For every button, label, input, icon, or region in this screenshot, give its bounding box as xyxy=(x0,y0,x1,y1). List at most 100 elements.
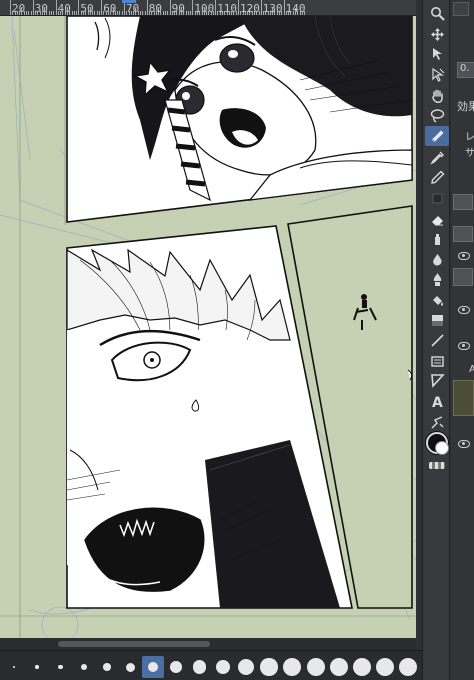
brush-size-preset[interactable] xyxy=(374,656,396,678)
selection-tool[interactable] xyxy=(425,105,449,125)
ruler-minor-tick xyxy=(51,11,53,15)
brush-size-dot xyxy=(399,658,418,676)
brush-size-preset[interactable] xyxy=(305,656,327,678)
eyedropper-icon xyxy=(429,151,444,165)
ruler-label: 140 xyxy=(285,2,306,15)
brush-size-preset[interactable] xyxy=(119,656,141,678)
brush-size-preset[interactable] xyxy=(212,656,234,678)
brush-size-dot xyxy=(193,660,207,674)
zoom-tool[interactable] xyxy=(425,3,449,23)
brush-size-dot xyxy=(57,664,63,670)
layer-visibility-eye-icon[interactable] xyxy=(458,252,470,260)
move-icon xyxy=(430,27,444,41)
tool-palette: A xyxy=(422,0,450,680)
brush-size-dot xyxy=(283,658,302,676)
brush-size-preset[interactable] xyxy=(96,656,118,678)
canvas[interactable] xyxy=(0,16,416,638)
eyedropper-tool[interactable] xyxy=(425,147,449,167)
frame-tool[interactable] xyxy=(425,351,449,371)
brush-size-dot xyxy=(80,663,87,671)
ruler-minor-tick xyxy=(28,11,30,15)
brush-size-preset[interactable] xyxy=(3,656,25,678)
text-icon: A xyxy=(432,395,443,409)
ruler-tick xyxy=(32,0,34,15)
brush-size-dot xyxy=(170,661,183,673)
ruler-label: 20 xyxy=(12,2,26,15)
eraser-tool[interactable] xyxy=(425,209,449,229)
brush-size-preset[interactable] xyxy=(73,656,95,678)
ruler-minor-tick xyxy=(144,11,146,15)
transparent-color-toggle[interactable] xyxy=(429,462,445,469)
layer-visibility-eye-icon[interactable] xyxy=(458,306,470,314)
effect-label: 効果 xyxy=(457,100,474,113)
brush-icon xyxy=(432,193,442,203)
pencil-tool[interactable] xyxy=(425,167,449,187)
airbrush-tool[interactable] xyxy=(425,229,449,249)
eraser-icon xyxy=(431,215,443,225)
brush-size-dot xyxy=(35,665,39,669)
ruler-tick xyxy=(260,0,262,15)
ruler-tick xyxy=(238,0,239,15)
operation-icon xyxy=(432,47,442,60)
brush-size-preset[interactable] xyxy=(165,656,187,678)
ruler-minor-tick xyxy=(73,11,75,15)
ruler-minor-tick xyxy=(25,11,27,15)
brush-size-preset[interactable] xyxy=(258,656,280,678)
brush-size-dot xyxy=(103,663,111,671)
value-field[interactable]: 0. xyxy=(457,62,474,78)
brush-size-preset[interactable] xyxy=(235,656,257,678)
horizontal-scrollbar[interactable] xyxy=(0,638,416,650)
brush-size-preset[interactable] xyxy=(281,656,303,678)
brush-size-preset[interactable] xyxy=(49,656,71,678)
layer-visibility-eye-icon[interactable] xyxy=(458,440,470,448)
layer-visibility-eye-icon[interactable] xyxy=(458,342,470,350)
gradient-tool[interactable] xyxy=(425,310,449,330)
ruler-label: 120 xyxy=(240,2,260,15)
ruler-label: 30 xyxy=(34,2,49,15)
brush-size-preset[interactable] xyxy=(142,656,165,678)
brush-size-preset[interactable] xyxy=(26,656,48,678)
marker-tool[interactable] xyxy=(425,269,449,289)
line-tool[interactable] xyxy=(425,330,449,350)
ruler-label: 110 xyxy=(217,2,238,15)
panel-button-3[interactable] xyxy=(453,268,473,286)
ruler-minor-tick xyxy=(96,11,98,15)
pen-tool[interactable] xyxy=(425,126,449,146)
balloon-tool[interactable] xyxy=(425,370,449,390)
ruler-tick xyxy=(169,0,171,15)
brush-tool[interactable] xyxy=(425,188,449,208)
ruler-minor-tick xyxy=(190,11,192,15)
scrollbar-thumb[interactable] xyxy=(58,641,210,647)
brush-size-preset[interactable] xyxy=(397,656,419,678)
correct-line-tool[interactable] xyxy=(425,412,449,432)
sub-color-swatch[interactable] xyxy=(435,441,449,455)
ruler-label: 60 xyxy=(103,2,117,15)
ruler-minor-tick xyxy=(139,11,141,15)
brush-size-dot xyxy=(306,658,325,676)
hand-tool[interactable] xyxy=(425,85,449,105)
ruler-minor-tick xyxy=(76,11,78,15)
brush-size-dot xyxy=(376,658,395,676)
brush-size-preset[interactable] xyxy=(189,656,211,678)
marker-icon xyxy=(433,272,441,286)
layer-thumbnail[interactable] xyxy=(453,380,474,416)
text-tool[interactable]: A xyxy=(425,391,449,411)
brush-size-dot xyxy=(13,666,15,668)
gradient-icon xyxy=(431,314,443,326)
ruler-minor-tick xyxy=(117,11,119,15)
brush-size-preset[interactable] xyxy=(351,656,373,678)
ruler-minor-tick xyxy=(30,11,32,15)
move-tool[interactable] xyxy=(425,24,449,44)
ruler-position-marker xyxy=(122,0,136,3)
blend-tool[interactable] xyxy=(425,249,449,269)
blend-icon xyxy=(432,253,442,265)
panel-button-1[interactable] xyxy=(453,194,473,210)
operation-tool[interactable] xyxy=(425,43,449,63)
ruler-label: 80 xyxy=(148,2,163,15)
panel-button-2[interactable] xyxy=(453,226,473,242)
fill-tool[interactable] xyxy=(425,290,449,310)
move-layer-tool[interactable] xyxy=(425,64,449,84)
brush-size-preset[interactable] xyxy=(328,656,350,678)
panel-tab[interactable] xyxy=(453,2,469,16)
layer-label: レ xyxy=(465,132,474,143)
